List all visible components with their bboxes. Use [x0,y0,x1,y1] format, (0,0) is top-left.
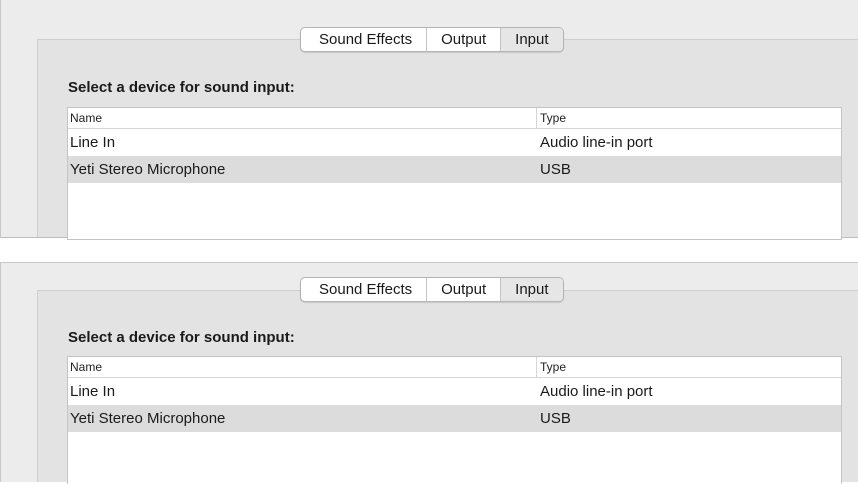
tab-output[interactable]: Output [427,278,502,301]
table-row[interactable]: Line In Audio line-in port [68,378,841,405]
table-row[interactable]: Line In Audio line-in port [68,129,841,156]
tab-input[interactable]: Input [501,28,563,51]
column-header-type[interactable]: Type [537,108,566,128]
sound-preferences-panel: Sound Effects Output Input Select a devi… [0,262,858,484]
device-type-cell: USB [540,161,571,178]
table-row-selected[interactable]: Yeti Stereo Microphone USB [68,405,841,432]
device-name-cell: Line In [70,134,116,151]
column-header-type[interactable]: Type [537,357,566,377]
tab-input[interactable]: Input [501,278,563,301]
sound-preferences-panel: Sound Effects Output Input Select a devi… [0,0,858,240]
table-row-selected[interactable]: Yeti Stereo Microphone USB [68,156,841,183]
device-name-cell: Yeti Stereo Microphone [70,410,226,427]
table-header: Name Type [68,108,841,129]
tab-bar: Sound Effects Output Input [300,277,564,302]
section-heading: Select a device for sound input: [68,329,295,346]
device-name-cell: Line In [70,383,116,400]
tab-output[interactable]: Output [427,28,502,51]
device-type-cell: Audio line-in port [540,383,653,400]
column-header-name[interactable]: Name [68,357,537,377]
tab-sound-effects[interactable]: Sound Effects [301,278,428,301]
device-type-cell: USB [540,410,571,427]
device-name-cell: Yeti Stereo Microphone [70,161,226,178]
table-header: Name Type [68,357,841,378]
input-device-table: Name Type Line In Audio line-in port Yet… [67,356,842,484]
device-type-cell: Audio line-in port [540,134,653,151]
column-header-name[interactable]: Name [68,108,537,128]
section-heading: Select a device for sound input: [68,79,295,96]
tab-bar: Sound Effects Output Input [300,27,564,52]
tab-sound-effects[interactable]: Sound Effects [301,28,428,51]
input-device-table: Name Type Line In Audio line-in port Yet… [67,107,842,240]
